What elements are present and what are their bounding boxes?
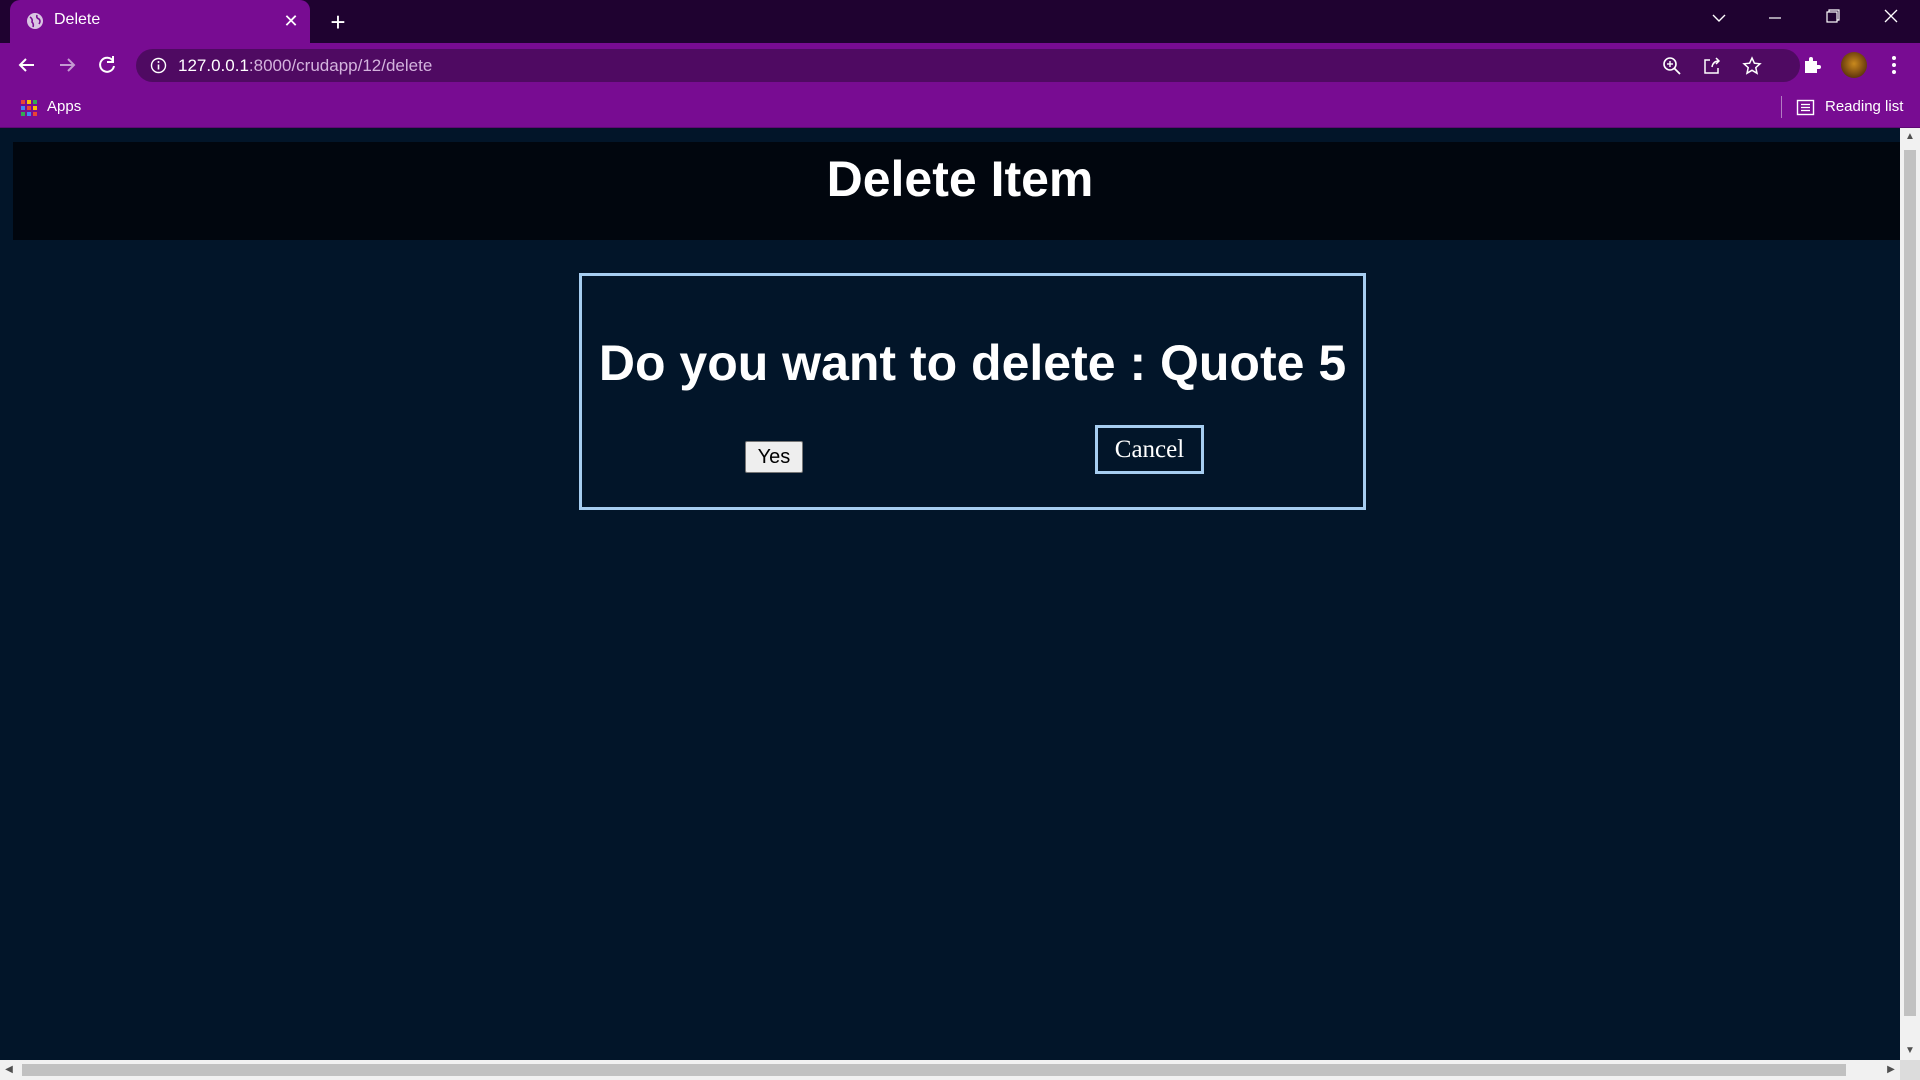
star-icon[interactable] [1742, 56, 1762, 76]
page-title: Delete Item [826, 151, 1094, 207]
delete-question: Do you want to delete : Quote 5 [598, 335, 1347, 391]
vertical-scroll-thumb[interactable] [1904, 150, 1916, 1016]
horizontal-scroll-thumb[interactable] [22, 1064, 1846, 1076]
browser-title-bar: Delete ✕ + [0, 0, 1920, 43]
share-icon[interactable] [1702, 56, 1722, 76]
reload-icon[interactable] [93, 51, 121, 79]
puzzle-icon[interactable] [1801, 54, 1823, 76]
url-host: 127.0.0.1 [178, 56, 249, 75]
cancel-button[interactable]: Cancel [1095, 425, 1204, 474]
address-url[interactable]: 127.0.0.1:8000/crudapp/12/delete [178, 56, 432, 76]
browser-tab-active[interactable]: Delete ✕ [10, 0, 310, 43]
kebab-menu-icon[interactable] [1883, 54, 1905, 76]
bookmarks-bar: Apps Reading list [0, 87, 1920, 128]
scrollbar-corner [1900, 1060, 1920, 1080]
vertical-scrollbar[interactable]: ▲ ▼ [1900, 128, 1920, 1060]
apps-bookmark[interactable]: Apps [47, 98, 81, 115]
yes-button[interactable]: Yes [745, 441, 803, 473]
scroll-left-icon[interactable]: ◀ [0, 1060, 18, 1080]
apps-grid-icon[interactable] [20, 99, 38, 117]
profile-avatar[interactable] [1841, 52, 1867, 78]
url-path: :8000/crudapp/12/delete [248, 56, 433, 75]
info-icon[interactable] [150, 57, 167, 74]
restore-window-icon[interactable] [1810, 4, 1856, 34]
scroll-right-icon[interactable]: ▶ [1882, 1060, 1900, 1080]
tab-title: Delete [54, 11, 101, 28]
globe-icon [26, 12, 44, 30]
minimize-window-icon[interactable] [1752, 4, 1798, 34]
tab-search-chevron-icon[interactable] [1696, 4, 1742, 34]
close-window-icon[interactable] [1868, 4, 1914, 34]
scroll-up-icon[interactable]: ▲ [1900, 128, 1920, 146]
new-tab-icon[interactable]: + [325, 9, 351, 35]
bookmarks-divider [1781, 96, 1782, 118]
horizontal-scrollbar[interactable]: ◀ ▶ [0, 1060, 1900, 1080]
arrow-left-icon[interactable] [13, 51, 41, 79]
browser-toolbar: 127.0.0.1:8000/crudapp/12/delete [0, 43, 1920, 87]
address-bar[interactable]: 127.0.0.1:8000/crudapp/12/delete [136, 49, 1800, 82]
zoom-icon[interactable] [1662, 56, 1682, 76]
reading-list-icon[interactable] [1796, 98, 1815, 117]
close-tab-icon[interactable]: ✕ [280, 10, 302, 32]
scroll-down-icon[interactable]: ▼ [1900, 1042, 1920, 1060]
page-viewport: Delete Item Do you want to delete : Quot… [0, 128, 1900, 1060]
delete-confirmation-box: Do you want to delete : Quote 5 Yes Canc… [579, 273, 1366, 510]
arrow-right-icon[interactable] [53, 51, 81, 79]
reading-list-button[interactable]: Reading list [1825, 98, 1903, 115]
